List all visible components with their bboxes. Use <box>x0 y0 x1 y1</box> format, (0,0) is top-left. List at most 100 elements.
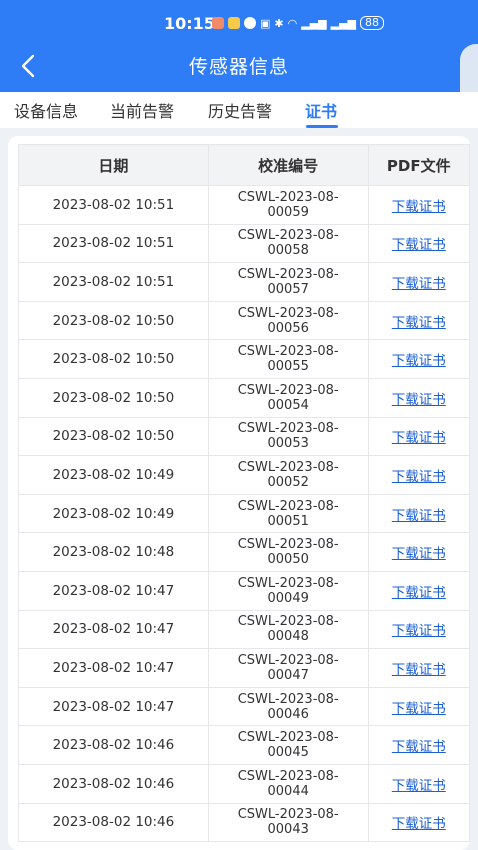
calibration-no-line2: 00044 <box>267 783 309 799</box>
calibration-no-line2: 00045 <box>267 745 309 761</box>
table-header-row: 日期 校准编号 PDF文件 <box>18 144 470 186</box>
tab-certificates[interactable]: 证书 <box>305 98 337 122</box>
calibration-no-line2: 00057 <box>267 281 309 297</box>
cell-pdf: 下载证书 <box>367 455 470 495</box>
calibration-no-line1: CSWL-2023-08- <box>237 421 339 437</box>
cell-calibration-no: CSWL-2023-08- 00053 <box>207 416 369 457</box>
calibration-no-line1: CSWL-2023-08- <box>237 266 339 282</box>
download-certificate-link[interactable]: 下载证书 <box>392 353 446 369</box>
calibration-no-line2: 00043 <box>267 822 309 838</box>
tab-current-alarms[interactable]: 当前告警 <box>110 98 174 122</box>
table-row: 2023-08-02 10:51 CSWL-2023-08- 00058 下载证书 <box>18 223 470 264</box>
download-certificate-link[interactable]: 下载证书 <box>392 546 446 562</box>
cell-calibration-no: CSWL-2023-08- 00050 <box>207 532 369 572</box>
download-certificate-link[interactable]: 下载证书 <box>392 392 446 408</box>
cell-pdf: 下载证书 <box>367 300 470 341</box>
cell-calibration-no: CSWL-2023-08- 00058 <box>207 223 369 264</box>
notification-icon <box>212 17 224 29</box>
download-certificate-link[interactable]: 下载证书 <box>392 276 446 292</box>
table-row: 2023-08-02 10:49 CSWL-2023-08- 00052 下载证书 <box>18 455 470 495</box>
table-row: 2023-08-02 10:47 CSWL-2023-08- 00048 下载证书 <box>18 609 470 650</box>
calibration-no-line1: CSWL-2023-08- <box>237 459 339 475</box>
calibration-no-line2: 00058 <box>267 243 309 259</box>
cell-calibration-no: CSWL-2023-08- 00046 <box>207 686 369 727</box>
calibration-no-line2: 00049 <box>267 590 309 606</box>
calibration-no-line1: CSWL-2023-08- <box>237 537 339 553</box>
table-row: 2023-08-02 10:50 CSWL-2023-08- 00056 下载证书 <box>18 300 470 341</box>
cell-calibration-no: CSWL-2023-08- 00052 <box>207 455 369 495</box>
cell-calibration-no: CSWL-2023-08- 00045 <box>207 725 369 765</box>
cell-calibration-no: CSWL-2023-08- 00048 <box>207 609 369 650</box>
cell-pdf: 下载证书 <box>367 223 470 264</box>
table-row: 2023-08-02 10:51 CSWL-2023-08- 00057 下载证书 <box>18 262 470 302</box>
calibration-no-line1: CSWL-2023-08- <box>237 498 339 514</box>
download-certificate-link[interactable]: 下载证书 <box>392 469 446 485</box>
calibration-no-line2: 00051 <box>267 513 309 529</box>
download-certificate-link[interactable]: 下载证书 <box>392 739 446 755</box>
cell-date: 2023-08-02 10:51 <box>18 262 209 302</box>
cell-date: 2023-08-02 10:50 <box>18 339 209 379</box>
cell-pdf: 下载证书 <box>367 763 470 804</box>
cell-calibration-no: CSWL-2023-08- 00054 <box>207 377 369 418</box>
calibration-no-line2: 00059 <box>267 204 309 220</box>
tab-device-info[interactable]: 设备信息 <box>14 98 78 122</box>
cell-calibration-no: CSWL-2023-08- 00055 <box>207 339 369 379</box>
cell-calibration-no: CSWL-2023-08- 00049 <box>207 570 369 611</box>
nfc-icon: ▣ <box>260 16 271 30</box>
table-row: 2023-08-02 10:46 CSWL-2023-08- 00043 下载证书 <box>18 802 470 843</box>
calibration-no-line2: 00055 <box>267 359 309 375</box>
download-certificate-link[interactable]: 下载证书 <box>392 585 446 601</box>
download-certificate-link[interactable]: 下载证书 <box>392 508 446 524</box>
cell-calibration-no: CSWL-2023-08- 00059 <box>207 185 369 225</box>
cell-calibration-no: CSWL-2023-08- 00057 <box>207 262 369 302</box>
table-row: 2023-08-02 10:50 CSWL-2023-08- 00054 下载证书 <box>18 377 470 418</box>
page-title: 传感器信息 <box>188 56 289 78</box>
calibration-no-line1: CSWL-2023-08- <box>237 730 339 746</box>
cell-pdf: 下载证书 <box>367 686 470 727</box>
download-certificate-link[interactable]: 下载证书 <box>392 237 446 253</box>
status-time: 10:15 <box>164 14 215 33</box>
calibration-no-line1: CSWL-2023-08- <box>237 691 339 707</box>
calibration-no-line2: 00052 <box>267 474 309 490</box>
cell-calibration-no: CSWL-2023-08- 00051 <box>207 493 369 534</box>
cell-date: 2023-08-02 10:47 <box>18 570 209 611</box>
calibration-no-line1: CSWL-2023-08- <box>237 382 339 398</box>
cell-pdf: 下载证书 <box>367 493 470 534</box>
download-certificate-link[interactable]: 下载证书 <box>392 623 446 639</box>
table-row: 2023-08-02 10:47 CSWL-2023-08- 00049 下载证书 <box>18 570 470 611</box>
cell-date: 2023-08-02 10:49 <box>18 493 209 534</box>
cell-pdf: 下载证书 <box>367 802 470 843</box>
download-certificate-link[interactable]: 下载证书 <box>392 199 446 215</box>
download-certificate-link[interactable]: 下载证书 <box>392 816 446 832</box>
download-certificate-link[interactable]: 下载证书 <box>392 662 446 678</box>
column-header-date: 日期 <box>18 144 209 186</box>
download-certificate-link[interactable]: 下载证书 <box>392 701 446 717</box>
column-header-calibration-no: 校准编号 <box>207 144 369 186</box>
calibration-no-line1: CSWL-2023-08- <box>237 189 339 205</box>
cell-date: 2023-08-02 10:49 <box>18 455 209 495</box>
cell-date: 2023-08-02 10:50 <box>18 377 209 418</box>
calibration-no-line2: 00046 <box>267 706 309 722</box>
calibration-no-line2: 00053 <box>267 436 309 452</box>
table-row: 2023-08-02 10:50 CSWL-2023-08- 00053 下载证书 <box>18 416 470 457</box>
download-certificate-link[interactable]: 下载证书 <box>392 430 446 446</box>
tab-history-alarms[interactable]: 历史告警 <box>208 98 272 122</box>
cell-pdf: 下载证书 <box>367 262 470 302</box>
cell-pdf: 下载证书 <box>367 339 470 379</box>
cell-date: 2023-08-02 10:47 <box>18 686 209 727</box>
download-certificate-link[interactable]: 下载证书 <box>392 315 446 331</box>
calibration-no-line1: CSWL-2023-08- <box>237 807 339 823</box>
cell-date: 2023-08-02 10:50 <box>18 416 209 457</box>
cell-calibration-no: CSWL-2023-08- 00044 <box>207 763 369 804</box>
cell-pdf: 下载证书 <box>367 532 470 572</box>
signal-icon: ▂▄▆ <box>301 16 327 30</box>
cell-date: 2023-08-02 10:46 <box>18 802 209 843</box>
download-certificate-link[interactable]: 下载证书 <box>392 778 446 794</box>
calibration-no-line1: CSWL-2023-08- <box>237 575 339 591</box>
content-area: 日期 校准编号 PDF文件 2023-08-02 10:51 CSWL-2023-… <box>0 128 478 850</box>
table-row: 2023-08-02 10:46 CSWL-2023-08- 00045 下载证书 <box>18 725 470 765</box>
status-icons: ▣ ✱ ◠ ▂▄▆ ▂▄▆ 88 <box>212 16 385 30</box>
cell-date: 2023-08-02 10:46 <box>18 763 209 804</box>
signal-icon: ▂▄▆ <box>330 16 357 30</box>
cell-pdf: 下载证书 <box>367 416 470 457</box>
